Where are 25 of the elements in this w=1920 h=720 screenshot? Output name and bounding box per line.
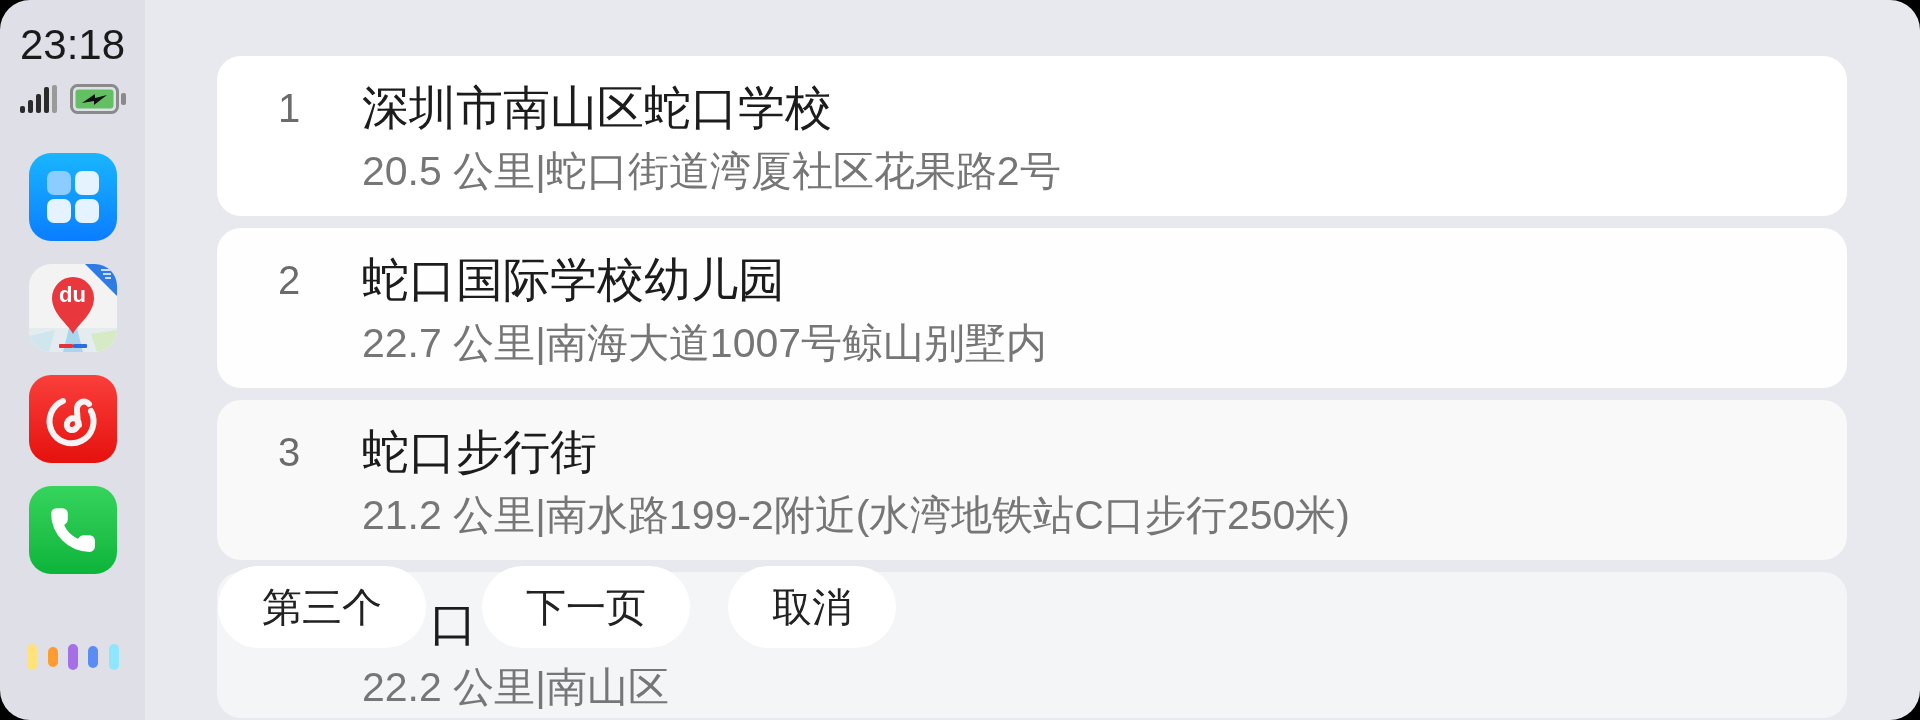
result-detail: 22.2 公里|南山区 (362, 663, 669, 712)
signal-icon (19, 85, 58, 113)
result-detail: 21.2 公里|南水路199-2附近(水湾地铁站C口步行250米) (362, 491, 1351, 540)
result-title: 蛇口步行街 (362, 424, 597, 480)
battery-charging-icon (69, 84, 126, 114)
result-title: 口 (430, 596, 477, 652)
result-item[interactable]: 1 深圳市南山区蛇口学校 20.5 公里|蛇口街道湾厦社区花果路2号 (217, 56, 1847, 216)
music-app-icon[interactable] (28, 375, 117, 463)
option-button[interactable]: 取消 (728, 566, 896, 648)
result-number: 2 (277, 257, 301, 304)
result-number: 3 (277, 429, 301, 476)
result-detail: 22.7 公里|南海大道1007号鲸山别墅内 (362, 319, 1048, 368)
phone-icon[interactable] (28, 486, 117, 574)
result-item[interactable]: 3 蛇口步行街 21.2 公里|南水路199-2附近(水湾地铁站C口步行250米) (217, 400, 1847, 560)
option-button[interactable]: 下一页 (482, 566, 690, 648)
voice-assistant-icon[interactable] (26, 643, 119, 671)
result-title: 深圳市南山区蛇口学校 (362, 80, 832, 136)
result-title: 蛇口国际学校幼儿园 (362, 252, 785, 308)
option-button[interactable]: 第三个 (218, 566, 426, 648)
result-detail: 20.5 公里|蛇口街道湾厦社区花果路2号 (362, 147, 1061, 196)
app-grid-icon[interactable] (28, 153, 117, 241)
result-item[interactable]: 2 蛇口国际学校幼儿园 22.7 公里|南海大道1007号鲸山别墅内 (217, 228, 1847, 388)
status-time: 23:18 (19, 20, 126, 70)
map-app-icon[interactable]: du (28, 264, 117, 352)
result-number: 1 (277, 85, 301, 132)
